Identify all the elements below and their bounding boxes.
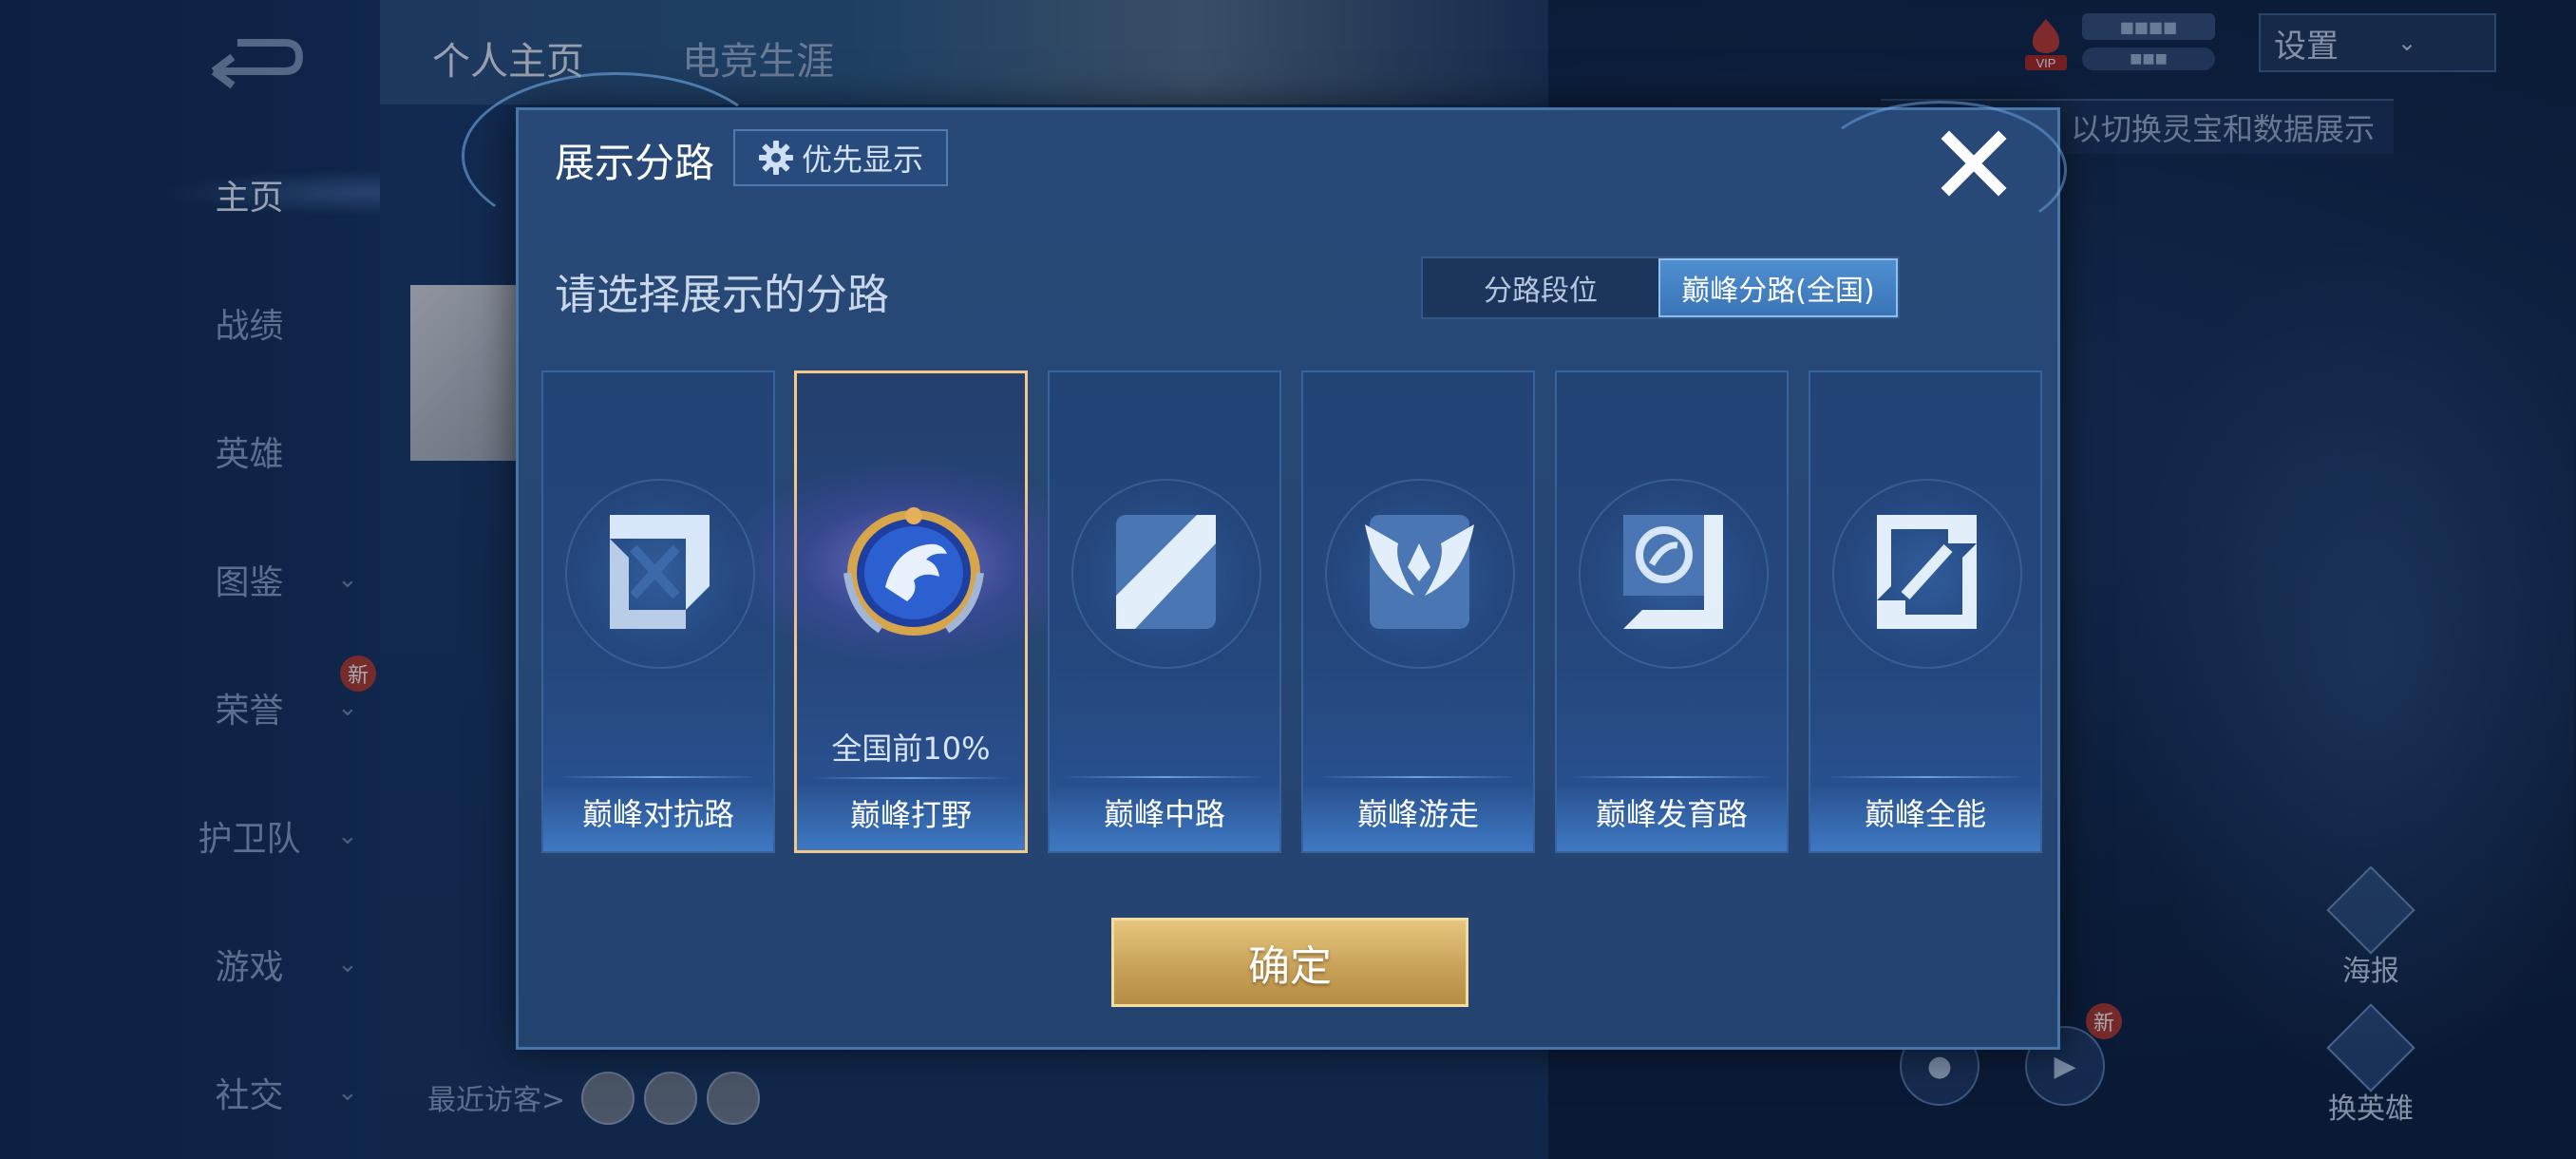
lane-card-farm[interactable]: 巅峰发育路 bbox=[1555, 370, 1789, 853]
lane-name: 巅峰打野 bbox=[849, 797, 972, 833]
all-round-icon bbox=[1877, 515, 1977, 629]
tab-peak-lane-national[interactable]: 巅峰分路(全国) bbox=[1658, 258, 1898, 317]
card-divider bbox=[1065, 776, 1264, 778]
lane-name: 巅峰游走 bbox=[1356, 796, 1479, 832]
lane-card-roam[interactable]: 巅峰游走 bbox=[1301, 370, 1535, 853]
jungle-dragon-emblem-icon bbox=[843, 507, 984, 636]
lane-card-list: 巅峰对抗路 全国前10% 巅峰打野 巅峰中路 巅峰游走 巅峰发育路 巅峰全能 bbox=[541, 370, 2042, 855]
tab-lane-rank[interactable]: 分路段位 bbox=[1423, 258, 1658, 317]
rank-percentile: 全国前10% bbox=[831, 731, 991, 767]
confirm-label: 确定 bbox=[1248, 942, 1332, 991]
select-lane-prompt: 请选择展示的分路 bbox=[555, 271, 889, 319]
farm-lane-icon bbox=[1623, 515, 1723, 629]
lane-name: 巅峰对抗路 bbox=[581, 796, 734, 832]
roam-wings-icon bbox=[1365, 515, 1474, 629]
lane-card-mid[interactable]: 巅峰中路 bbox=[1048, 370, 1281, 853]
priority-display-label: 优先显示 bbox=[801, 142, 923, 178]
display-lane-dialog: 展示分路 优先显示 请选择展示的分路 分路段位 巅峰分路(全国) 巅峰对抗路 全… bbox=[462, 72, 2067, 1050]
dialog-title: 展示分路 bbox=[555, 140, 715, 186]
lane-source-toggle: 分路段位 巅峰分路(全国) bbox=[1421, 256, 1900, 319]
gear-icon bbox=[758, 141, 793, 175]
lane-name: 巅峰发育路 bbox=[1595, 796, 1748, 832]
priority-display-button[interactable]: 优先显示 bbox=[733, 129, 948, 186]
card-divider bbox=[1318, 776, 1518, 778]
lane-name: 巅峰全能 bbox=[1864, 796, 1986, 832]
mid-lane-icon bbox=[1116, 515, 1216, 629]
card-divider bbox=[559, 776, 758, 778]
lane-card-all-round[interactable]: 巅峰全能 bbox=[1809, 370, 2042, 853]
card-divider bbox=[1826, 776, 2025, 778]
clash-lane-icon bbox=[610, 515, 710, 629]
lane-card-jungle[interactable]: 全国前10% 巅峰打野 bbox=[721, 370, 1101, 853]
close-icon[interactable] bbox=[1936, 125, 2012, 201]
card-divider bbox=[812, 777, 1010, 779]
confirm-button[interactable]: 确定 bbox=[1111, 918, 1468, 1007]
lane-name: 巅峰中路 bbox=[1103, 796, 1225, 832]
card-divider bbox=[1572, 776, 1771, 778]
